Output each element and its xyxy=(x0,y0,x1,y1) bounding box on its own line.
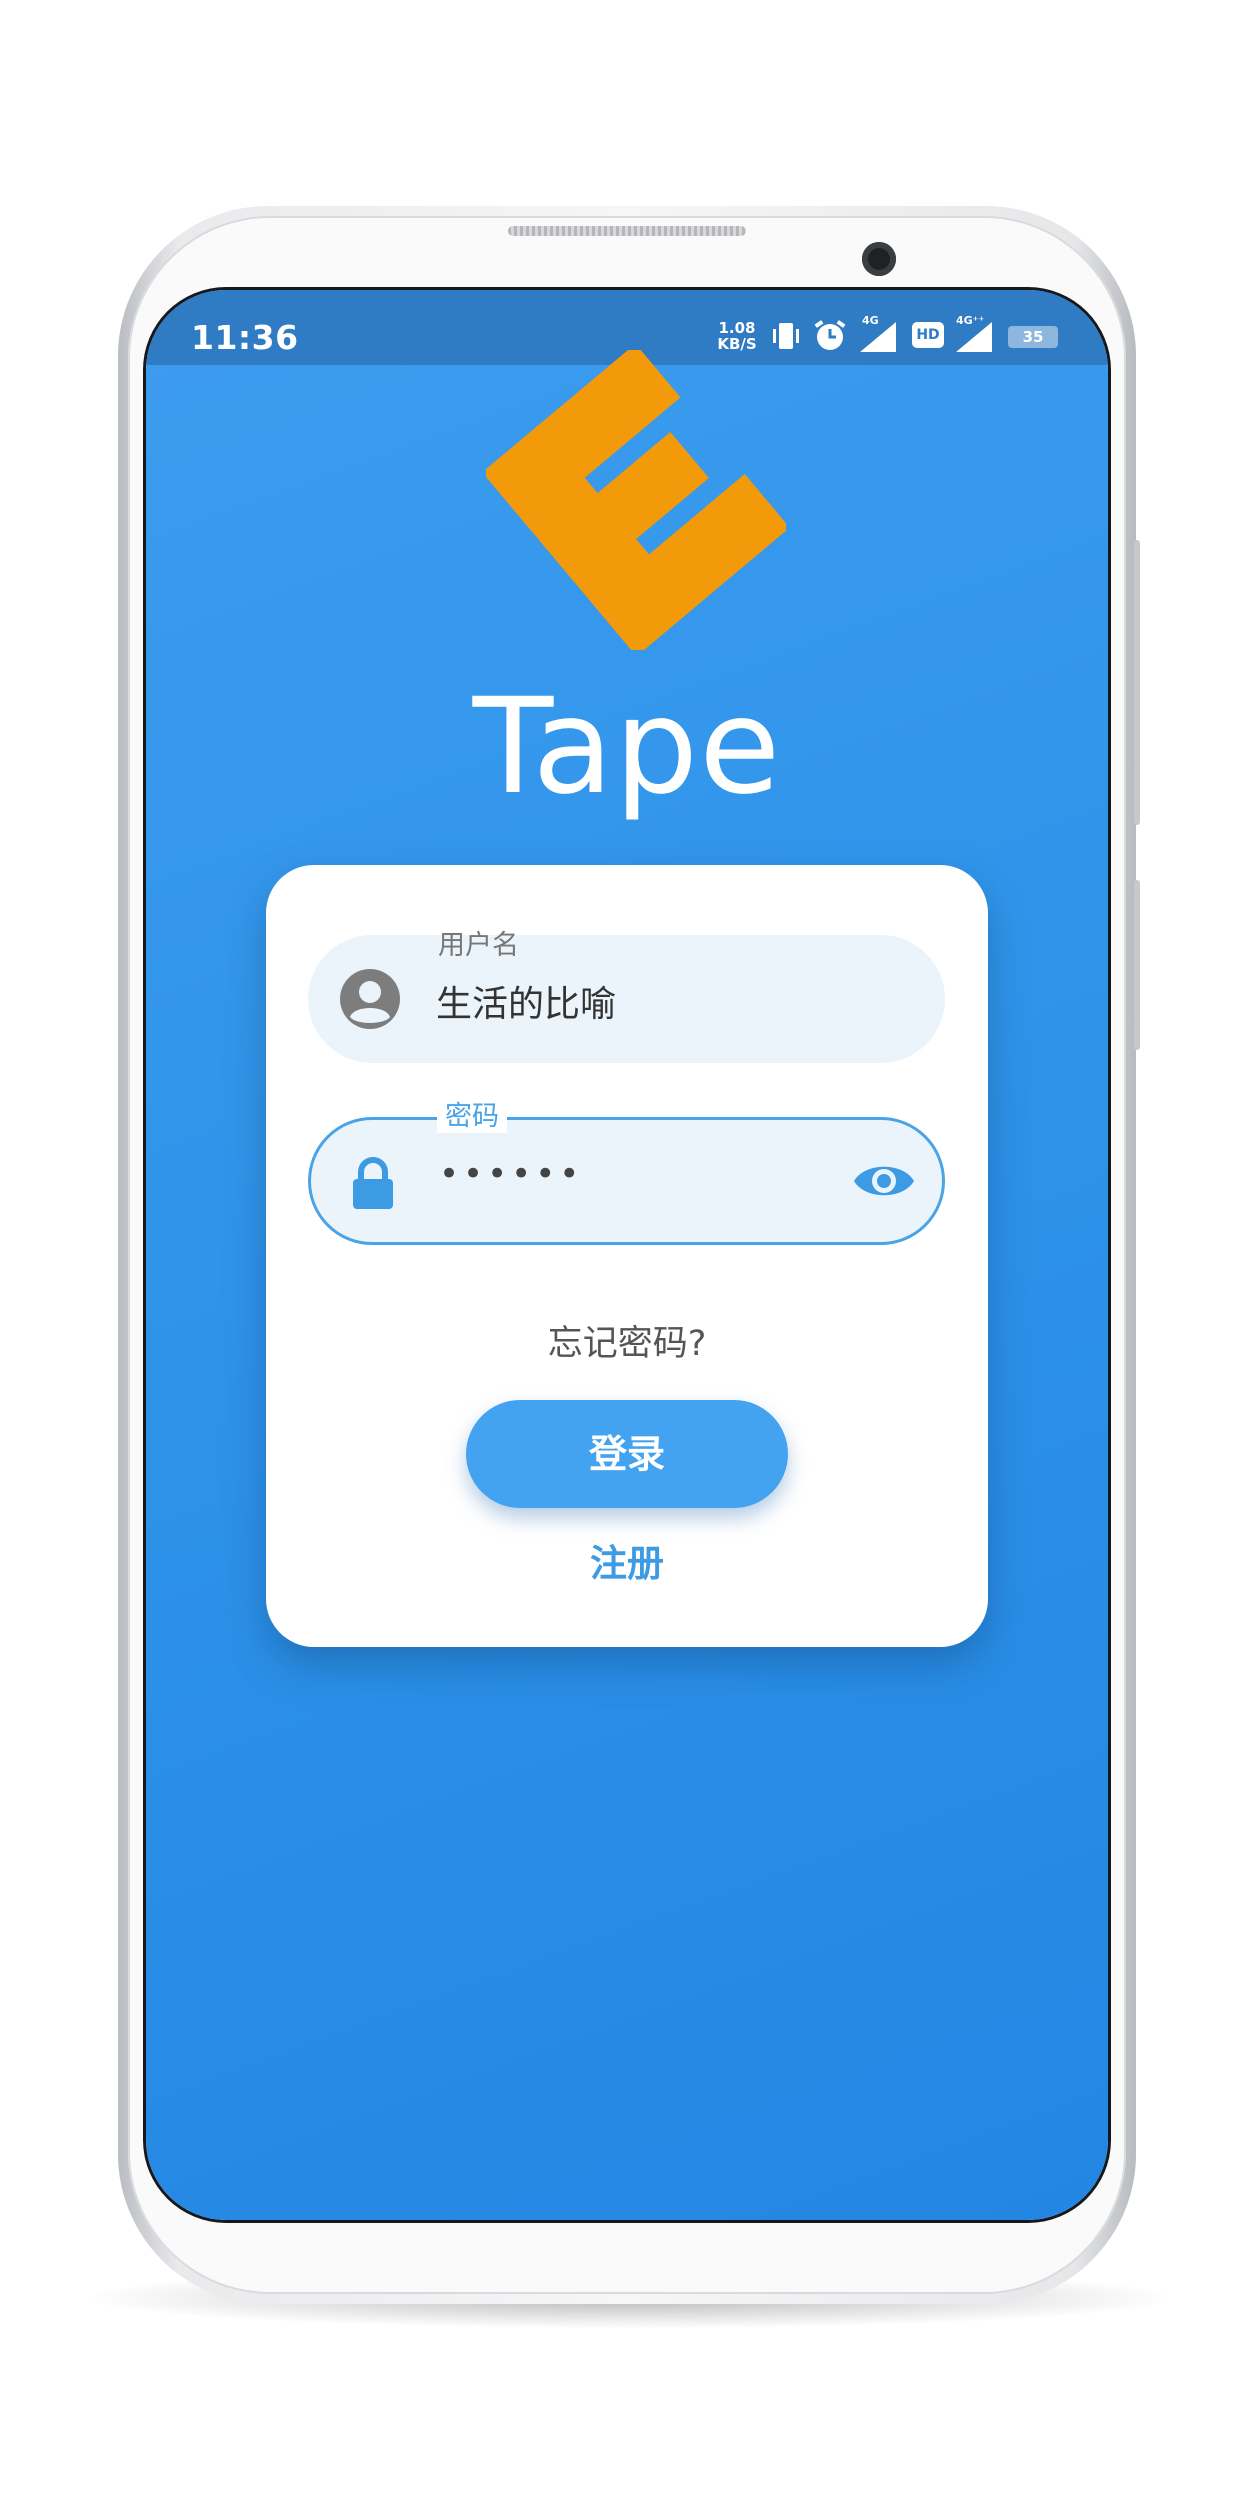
battery-level: 35 xyxy=(1022,328,1044,346)
vibrate-icon xyxy=(773,323,799,349)
app-logo xyxy=(486,350,786,650)
volume-button xyxy=(1134,540,1140,825)
network-speed: 1.08 KB/S xyxy=(712,320,762,352)
register-link[interactable]: 注册 xyxy=(266,1533,988,1587)
forgot-password-link[interactable]: 忘记密码? xyxy=(266,1315,988,1366)
battery-icon: 35 xyxy=(1008,326,1058,348)
screen: 11:36 1.08 KB/S 4G HD 4G⁺⁺ 35 Tape 用户名 生… xyxy=(146,290,1108,2220)
device-mockup: 11:36 1.08 KB/S 4G HD 4G⁺⁺ 35 Tape 用户名 生… xyxy=(0,0,1255,2511)
username-label: 用户名 xyxy=(438,930,519,961)
lock-icon xyxy=(353,1157,393,1209)
alarm-icon xyxy=(814,320,846,350)
password-input[interactable]: •••••• xyxy=(439,1154,583,1194)
status-time: 11:36 xyxy=(191,318,299,357)
login-button[interactable]: 登录 xyxy=(466,1400,788,1508)
cell-signal-1-icon xyxy=(860,322,896,352)
username-input[interactable]: 生活的比喻 xyxy=(436,975,616,1027)
network-speed-value: 1.08 xyxy=(718,319,756,337)
password-label: 密码 xyxy=(437,1094,507,1133)
hd-badge: HD xyxy=(912,322,944,348)
power-button xyxy=(1134,880,1140,1050)
show-password-eye-icon[interactable] xyxy=(851,1154,917,1208)
front-camera xyxy=(862,242,896,276)
cell-signal-2-icon xyxy=(956,322,992,352)
password-field[interactable]: 密码 •••••• xyxy=(308,1094,945,1245)
earpiece-speaker xyxy=(508,226,746,236)
user-avatar-icon xyxy=(340,969,400,1029)
app-title: Tape xyxy=(472,670,782,824)
username-field[interactable]: 用户名 生活的比喻 xyxy=(308,930,945,1063)
login-card: 用户名 生活的比喻 密码 •••••• 忘记密码? 登录 注册 xyxy=(266,865,988,1647)
